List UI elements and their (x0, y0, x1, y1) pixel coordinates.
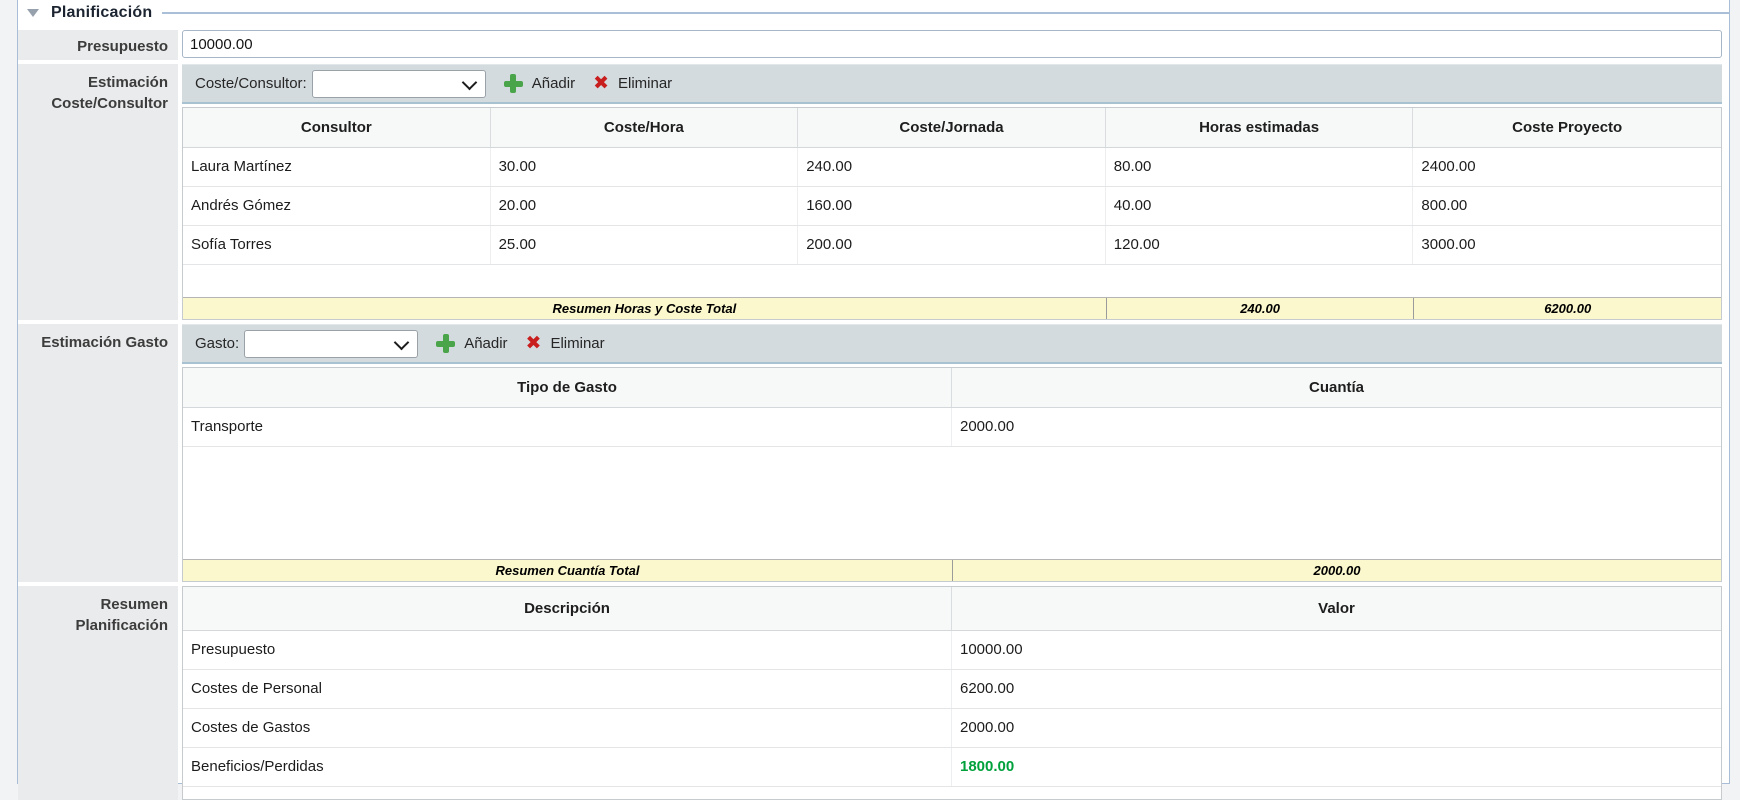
gasto-table-row[interactable]: Transporte 2000.00 (183, 408, 1721, 447)
empty-table-space (183, 447, 1721, 559)
x-mark-icon (593, 74, 609, 93)
presupuesto-input[interactable] (182, 30, 1722, 58)
estimacion-gasto-section: Gasto: Añadir Eliminar Tipo de Gasto C (182, 324, 1722, 582)
resumen-table-row[interactable]: Costes de Personal 6200.00 (183, 670, 1721, 709)
column-header-consultor: Consultor (183, 108, 491, 147)
anadir-consultor-button[interactable]: Añadir (504, 74, 575, 93)
estimacion-coste-label-line2: Coste/Consultor (51, 95, 168, 112)
column-header-coste-proyecto: Coste Proyecto (1413, 108, 1721, 147)
plus-icon (436, 334, 455, 353)
cell-descripcion: Costes de Personal (183, 670, 952, 708)
coste-consultor-table: Consultor Coste/Hora Coste/Jornada Horas… (182, 107, 1722, 320)
resumen-table-row[interactable]: Costes de Gastos 2000.00 (183, 709, 1721, 748)
column-header-descripcion: Descripción (183, 587, 952, 630)
column-header-tipo-gasto: Tipo de Gasto (183, 368, 952, 407)
chevron-down-icon (461, 74, 477, 90)
cell-valor-beneficios: 1800.00 (952, 748, 1721, 786)
estimacion-coste-label: Estimación Coste/Consultor (18, 64, 178, 320)
cell-consultor: Laura Martínez (183, 148, 491, 186)
coste-consultor-select[interactable] (312, 70, 486, 98)
cell-horas-estimadas: 40.00 (1106, 187, 1414, 225)
cell-coste-hora: 30.00 (491, 148, 799, 186)
cell-descripcion: Costes de Gastos (183, 709, 952, 747)
empty-table-space (183, 265, 1721, 297)
consultor-table-row[interactable]: Andrés Gómez 20.00 160.00 40.00 800.00 (183, 187, 1721, 226)
summary-total-horas: 240.00 (1106, 298, 1414, 319)
chevron-down-icon (394, 334, 410, 350)
resumen-table-header: Descripción Valor (183, 587, 1721, 631)
anadir-button-label: Añadir (532, 75, 575, 92)
x-mark-icon (526, 334, 542, 353)
anadir-button-label: Añadir (464, 335, 507, 352)
planificacion-panel: Planificación Presupuesto Estimación Cos… (17, 0, 1730, 784)
coste-consultor-summary-row: Resumen Horas y Coste Total 240.00 6200.… (183, 297, 1721, 319)
anadir-gasto-button[interactable]: Añadir (436, 334, 507, 353)
cell-valor: 6200.00 (952, 670, 1721, 708)
gasto-summary-row: Resumen Cuantía Total 2000.00 (183, 559, 1721, 581)
resumen-planificacion-section: Descripción Valor Presupuesto 10000.00 C… (182, 586, 1722, 800)
summary-total-cuantia: 2000.00 (952, 560, 1721, 581)
estimacion-gasto-label: Estimación Gasto (18, 324, 178, 582)
column-header-coste-hora: Coste/Hora (491, 108, 799, 147)
cell-coste-hora: 20.00 (491, 187, 799, 225)
plus-icon (504, 74, 523, 93)
gasto-table-header: Tipo de Gasto Cuantía (183, 368, 1721, 408)
collapse-arrow-icon[interactable] (27, 9, 39, 17)
cell-horas-estimadas: 120.00 (1106, 226, 1414, 264)
presupuesto-field-wrap (182, 30, 1722, 60)
gasto-select-label: Gasto: (195, 335, 239, 352)
eliminar-gasto-button[interactable]: Eliminar (526, 334, 605, 353)
cell-consultor: Andrés Gómez (183, 187, 491, 225)
gasto-toolbar: Gasto: Añadir Eliminar (182, 324, 1722, 364)
resumen-planificacion-label: Resumen Planificación (18, 586, 178, 800)
cell-tipo-gasto: Transporte (183, 408, 952, 446)
cell-valor: 2000.00 (952, 709, 1721, 747)
cell-coste-jornada: 240.00 (798, 148, 1106, 186)
summary-label: Resumen Horas y Coste Total (183, 298, 1106, 319)
empty-table-space (183, 787, 1721, 799)
eliminar-consultor-button[interactable]: Eliminar (593, 74, 672, 93)
presupuesto-label: Presupuesto (18, 30, 178, 60)
cell-coste-proyecto: 3000.00 (1413, 226, 1721, 264)
cell-descripcion: Beneficios/Perdidas (183, 748, 952, 786)
cell-cuantia: 2000.00 (952, 408, 1721, 446)
summary-label: Resumen Cuantía Total (183, 560, 952, 581)
resumen-table-row[interactable]: Presupuesto 10000.00 (183, 631, 1721, 670)
eliminar-button-label: Eliminar (550, 335, 604, 352)
coste-consultor-toolbar: Coste/Consultor: Añadir Eliminar (182, 64, 1722, 104)
resumen-table: Descripción Valor Presupuesto 10000.00 C… (182, 586, 1722, 800)
cell-consultor: Sofía Torres (183, 226, 491, 264)
eliminar-button-label: Eliminar (618, 75, 672, 92)
column-header-coste-jornada: Coste/Jornada (798, 108, 1106, 147)
resumen-label-line1: Resumen (100, 596, 168, 613)
column-header-cuantia: Cuantía (952, 368, 1721, 407)
legend-divider (162, 12, 1729, 14)
panel-title: Planificación (51, 4, 152, 22)
consultor-table-row[interactable]: Laura Martínez 30.00 240.00 80.00 2400.0… (183, 148, 1721, 187)
cell-descripcion: Presupuesto (183, 631, 952, 669)
consultor-table-row[interactable]: Sofía Torres 25.00 200.00 120.00 3000.00 (183, 226, 1721, 265)
gasto-table: Tipo de Gasto Cuantía Transporte 2000.00… (182, 367, 1722, 582)
resumen-label-line2: Planificación (75, 617, 168, 634)
column-header-valor: Valor (952, 587, 1721, 630)
coste-consultor-select-label: Coste/Consultor: (195, 75, 307, 92)
panel-legend: Planificación (18, 0, 1729, 26)
cell-coste-hora: 25.00 (491, 226, 799, 264)
column-header-horas-estimadas: Horas estimadas (1106, 108, 1414, 147)
cell-horas-estimadas: 80.00 (1106, 148, 1414, 186)
coste-consultor-table-header: Consultor Coste/Hora Coste/Jornada Horas… (183, 108, 1721, 148)
cell-valor: 10000.00 (952, 631, 1721, 669)
cell-coste-jornada: 160.00 (798, 187, 1106, 225)
cell-coste-proyecto: 2400.00 (1413, 148, 1721, 186)
cell-coste-proyecto: 800.00 (1413, 187, 1721, 225)
estimacion-coste-label-line1: Estimación (88, 74, 168, 91)
resumen-table-row[interactable]: Beneficios/Perdidas 1800.00 (183, 748, 1721, 787)
estimacion-coste-section: Coste/Consultor: Añadir Eliminar Consult… (182, 64, 1722, 320)
summary-total-coste: 6200.00 (1413, 298, 1721, 319)
gasto-select[interactable] (244, 330, 418, 358)
cell-coste-jornada: 200.00 (798, 226, 1106, 264)
